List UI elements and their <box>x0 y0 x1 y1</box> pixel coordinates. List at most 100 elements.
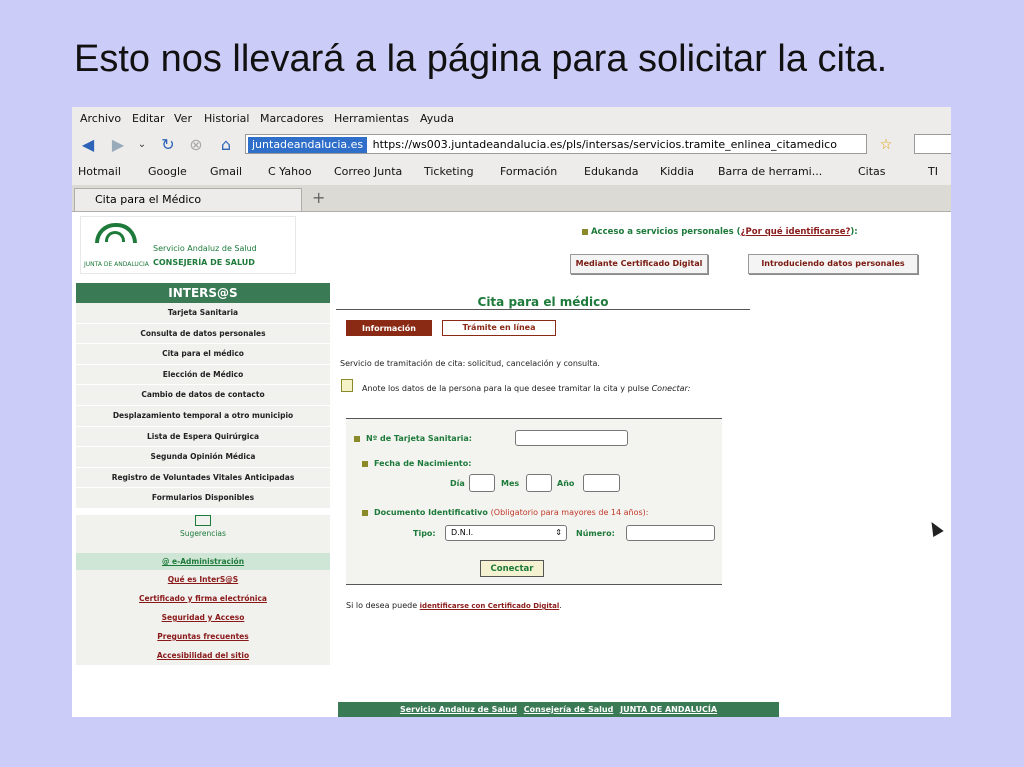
link-preguntas[interactable]: Preguntas frecuentes <box>76 626 330 646</box>
year-label: Año <box>557 479 575 488</box>
type-label: Tipo: <box>413 529 436 538</box>
bullet-icon <box>362 460 368 467</box>
new-tab-icon[interactable]: + <box>312 188 325 207</box>
sidebar: INTERS@S Tarjeta Sanitaria Consulta de d… <box>76 283 330 665</box>
back-icon[interactable]: ◀ <box>78 135 98 155</box>
envelope-icon <box>195 514 211 526</box>
sidebar-item-eleccion-medico[interactable]: Elección de Médico <box>76 364 330 386</box>
footer-link-sas[interactable]: Servicio Andaluz de Salud <box>400 705 517 714</box>
select-arrows-icon: ⇕ <box>555 528 562 537</box>
bookmark-gmail[interactable]: Gmail <box>210 165 242 178</box>
instructions-action: Conectar: <box>651 384 691 393</box>
card-number-input[interactable] <box>515 430 628 446</box>
doc-optional: (Obligatorio para mayores de 14 años): <box>490 508 649 517</box>
month-input[interactable] <box>526 474 552 492</box>
bookmark-correo-junta[interactable]: Correo Junta <box>334 165 402 178</box>
menu-ayuda[interactable]: Ayuda <box>420 112 454 125</box>
doc-number-input[interactable] <box>626 525 715 541</box>
sidebar-item-formularios[interactable]: Formularios Disponibles <box>76 488 330 509</box>
forward-icon[interactable]: ▶ <box>108 135 128 155</box>
appointment-form: Nº de Tarjeta Sanitaria: Fecha de Nacimi… <box>346 418 722 585</box>
bullet-icon <box>354 435 360 442</box>
sidebar-item-tarjeta[interactable]: Tarjeta Sanitaria <box>76 303 330 324</box>
sidebar-item-voluntades[interactable]: Registro de Voluntades Vitales Anticipad… <box>76 467 330 489</box>
tab-title: Cita para el Médico <box>95 193 202 206</box>
menu-herramientas[interactable]: Herramientas <box>334 112 409 125</box>
bookmark-star-icon[interactable]: ☆ <box>876 135 896 155</box>
sidebar-item-cambio-datos[interactable]: Cambio de datos de contacto <box>76 385 330 406</box>
site-identity[interactable]: juntadeandalucia.es <box>248 137 368 153</box>
doc-label-text: Documento Identificativo <box>374 508 488 517</box>
why-identify-link[interactable]: ¿Por qué identificarse? <box>741 227 851 237</box>
menu-ver[interactable]: Ver <box>174 112 192 125</box>
sidebar-item-segunda-opinion[interactable]: Segunda Opinión Médica <box>76 447 330 468</box>
sas-logo: JUNTA DE ANDALUCIA Servicio Andaluz de S… <box>80 216 296 274</box>
menu-historial[interactable]: Historial <box>204 112 249 125</box>
number-label: Número: <box>576 529 615 538</box>
card-label: Nº de Tarjeta Sanitaria: <box>354 434 472 443</box>
connect-button[interactable]: Conectar <box>480 560 544 577</box>
menu-marcadores[interactable]: Marcadores <box>260 112 324 125</box>
instructions-text: Anote los datos de la persona para la qu… <box>362 384 650 393</box>
bookmark-yahoo[interactable]: C Yahoo <box>268 165 312 178</box>
tab-bar: Cita para el Médico + <box>72 185 951 212</box>
address-bar[interactable]: juntadeandalucia.es https://ws003.juntad… <box>245 134 867 154</box>
cert-link[interactable]: identificarse con Certificado Digital <box>420 602 560 610</box>
home-icon[interactable]: ⌂ <box>216 135 236 155</box>
bookmark-citas[interactable]: Citas <box>858 165 886 178</box>
suggestions-label: Sugerencias <box>180 528 226 538</box>
bookmarks-bar: Hotmail Google Gmail C Yahoo Correo Junt… <box>72 159 951 185</box>
day-label: Día <box>450 479 465 488</box>
slide-title: Esto nos llevará a la página para solici… <box>74 38 888 80</box>
access-label: Acceso a servicios personales <box>590 227 734 237</box>
bookmark-barra-herramientas[interactable]: Barra de herrami... <box>718 165 822 178</box>
link-que-es-intersas[interactable]: Qué es InterS@S <box>76 569 330 589</box>
bookmark-edukanda[interactable]: Edukanda <box>584 165 639 178</box>
tab-tramite[interactable]: Trámite en línea <box>442 320 556 336</box>
footer-link-junta[interactable]: JUNTA DE ANDALUCÍA <box>620 705 717 714</box>
doc-type-value: D.N.I. <box>451 528 474 537</box>
web-page: JUNTA DE ANDALUCIA Servicio Andaluz de S… <box>72 212 951 717</box>
tab-cita-medico[interactable]: Cita para el Médico <box>74 188 302 211</box>
bullet-icon <box>362 509 368 516</box>
personal-data-button[interactable]: Introduciendo datos personales <box>748 254 918 274</box>
title-divider <box>336 309 750 310</box>
bookmark-kiddia[interactable]: Kiddia <box>660 165 694 178</box>
bookmark-hotmail[interactable]: Hotmail <box>78 165 121 178</box>
sidebar-item-desplazamiento[interactable]: Desplazamiento temporal a otro municipio <box>76 405 330 427</box>
menu-archivo[interactable]: Archivo <box>80 112 121 125</box>
tab-informacion[interactable]: Información <box>346 320 432 336</box>
navigation-bar: ◀ ▶ ⌄ ↻ ⊗ ⌂ juntadeandalucia.es https://… <box>72 131 951 159</box>
logo-org: Servicio Andaluz de Salud <box>153 244 257 253</box>
link-seguridad[interactable]: Seguridad y Acceso <box>76 607 330 627</box>
eadmin-link[interactable]: @ e-Administración <box>76 552 330 570</box>
sidebar-item-consulta-datos[interactable]: Consulta de datos personales <box>76 323 330 345</box>
search-engine-box[interactable] <box>914 134 951 154</box>
doc-type-select[interactable]: D.N.I. ⇕ <box>445 525 567 541</box>
cert-end: . <box>559 601 562 610</box>
sidebar-item-lista-espera[interactable]: Lista de Espera Quirúrgica <box>76 426 330 448</box>
day-input[interactable] <box>469 474 495 492</box>
year-input[interactable] <box>583 474 620 492</box>
bookmark-google[interactable]: Google <box>148 165 187 178</box>
bookmark-ti[interactable]: TI <box>928 165 938 178</box>
logo-dept: CONSEJERÍA DE SALUD <box>153 258 255 267</box>
link-certificado[interactable]: Certificado y firma electrónica <box>76 588 330 608</box>
bookmark-formacion[interactable]: Formación <box>500 165 557 178</box>
address-url: https://ws003.juntadeandalucia.es/pls/in… <box>372 138 837 151</box>
link-accesibilidad[interactable]: Accesibilidad del sitio <box>76 645 330 665</box>
stop-icon[interactable]: ⊗ <box>186 135 206 155</box>
history-dropdown-icon[interactable]: ⌄ <box>132 135 152 155</box>
logo-junta: JUNTA DE ANDALUCIA <box>84 261 149 268</box>
reload-icon[interactable]: ↻ <box>158 135 178 155</box>
footer-link-consejeria[interactable]: Consejería de Salud <box>524 705 614 714</box>
sidebar-item-cita-medico[interactable]: Cita para el médico <box>76 344 330 365</box>
cert-text: Si lo desea puede <box>346 601 418 610</box>
certificate-button[interactable]: Mediante Certificado Digital <box>570 254 708 274</box>
bookmark-ticketing[interactable]: Ticketing <box>424 165 474 178</box>
bullet-icon <box>582 228 588 235</box>
menu-editar[interactable]: Editar <box>132 112 165 125</box>
content-title: Cita para el médico <box>477 295 609 309</box>
suggestions-link[interactable]: Sugerencias <box>76 514 330 553</box>
birth-label: Fecha de Nacimiento: <box>362 459 471 468</box>
